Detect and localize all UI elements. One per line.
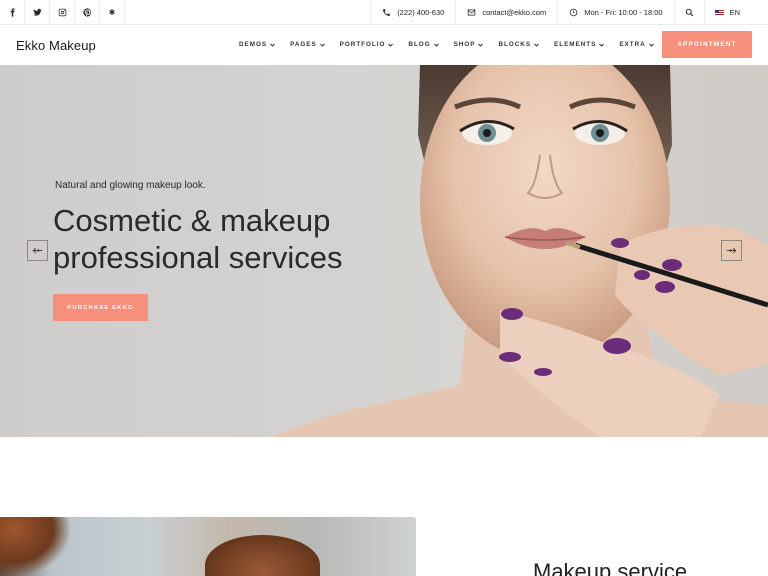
twitter-icon: [32, 8, 42, 16]
language-switcher[interactable]: EN: [703, 0, 768, 25]
hero-kicker: Natural and glowing makeup look.: [55, 180, 206, 191]
clock-icon: [569, 8, 578, 17]
slider-next-button[interactable]: [721, 240, 742, 261]
menu-item-label: DEMOS: [239, 41, 268, 48]
phone-icon: [383, 9, 391, 16]
menu-item-label: BLOCKS: [498, 41, 532, 48]
menu-item-label: SHOP: [453, 41, 476, 48]
facebook-link[interactable]: [0, 0, 25, 25]
menu-item-blog[interactable]: BLOG: [408, 41, 439, 48]
chevron-down-icon: [433, 43, 439, 47]
menu-item-demos[interactable]: DEMOS: [239, 41, 275, 48]
instagram-link[interactable]: [50, 0, 75, 25]
hero-headline-line2: professional services: [53, 240, 343, 275]
email-item[interactable]: contact@ekko.com: [455, 0, 557, 25]
chevron-down-icon: [648, 43, 654, 47]
menu-item-shop[interactable]: SHOP: [454, 41, 484, 48]
arrow-left-icon: [32, 247, 43, 254]
purchase-button[interactable]: PURCHASE EKKO: [53, 294, 148, 321]
hero-slider: Natural and glowing makeup look. Cosmeti…: [0, 65, 768, 437]
pinterest-icon: [82, 8, 91, 17]
chevron-down-icon: [388, 43, 394, 47]
top-bar: ✱ (222) 400-630 contact@ekko.com Mon - F…: [0, 0, 768, 25]
hero-headline-line1: Cosmetic & makeup: [53, 203, 331, 238]
phone-item[interactable]: (222) 400-630: [370, 0, 455, 25]
twitter-link[interactable]: [25, 0, 50, 25]
menu-item-label: PAGES: [290, 41, 317, 48]
main-menu: DEMOS PAGES PORTFOLIO BLOG SHOP BLOCKS E…: [239, 41, 669, 48]
chevron-down-icon: [319, 43, 325, 47]
yelp-link[interactable]: ✱: [100, 0, 125, 25]
search-icon: [685, 8, 693, 17]
hours-item: Mon - Fri: 10:00 - 18:00: [557, 0, 673, 25]
photo-person-hair: [205, 535, 320, 576]
chevron-down-icon: [270, 43, 275, 47]
slider-prev-button[interactable]: [27, 240, 48, 261]
phone-number: (222) 400-630: [397, 8, 445, 17]
menu-item-label: EXTRA: [619, 41, 646, 48]
facebook-icon: [10, 8, 15, 17]
menu-item-extra[interactable]: EXTRA: [619, 41, 654, 48]
arrow-right-icon: [726, 247, 737, 254]
contact-strip: (222) 400-630 contact@ekko.com Mon - Fri…: [370, 0, 768, 25]
language-label: EN: [729, 8, 740, 17]
photo-person-left: [0, 517, 70, 576]
us-flag-icon: [714, 9, 724, 16]
yelp-icon: ✱: [108, 8, 116, 17]
menu-item-portfolio[interactable]: PORTFOLIO: [340, 41, 394, 48]
search-item[interactable]: [673, 0, 704, 25]
menu-item-blocks[interactable]: BLOCKS: [498, 41, 539, 48]
menu-item-label: PORTFOLIO: [339, 41, 386, 48]
opening-hours: Mon - Fri: 10:00 - 18:00: [584, 8, 663, 17]
main-header: Ekko Makeup DEMOS PAGES PORTFOLIO BLOG S…: [0, 25, 768, 65]
hero-headline: Cosmetic & makeup professional services: [53, 202, 373, 276]
instagram-icon: [58, 8, 66, 17]
pinterest-link[interactable]: [75, 0, 100, 25]
social-links: ✱: [0, 0, 125, 25]
chevron-down-icon: [534, 43, 539, 47]
chevron-down-icon: [478, 43, 484, 47]
menu-item-pages[interactable]: PAGES: [290, 41, 325, 48]
section-title: Makeup service: [533, 559, 688, 576]
menu-item-label: ELEMENTS: [554, 41, 597, 48]
site-logo[interactable]: Ekko Makeup: [16, 38, 96, 53]
email-address: contact@ekko.com: [482, 8, 547, 17]
menu-item-label: BLOG: [408, 41, 431, 48]
menu-item-elements[interactable]: ELEMENTS: [554, 41, 605, 48]
chevron-down-icon: [599, 43, 605, 47]
mail-icon: [468, 9, 476, 16]
appointment-button[interactable]: APPOINTMENT: [662, 31, 752, 58]
service-photo: [0, 517, 416, 576]
